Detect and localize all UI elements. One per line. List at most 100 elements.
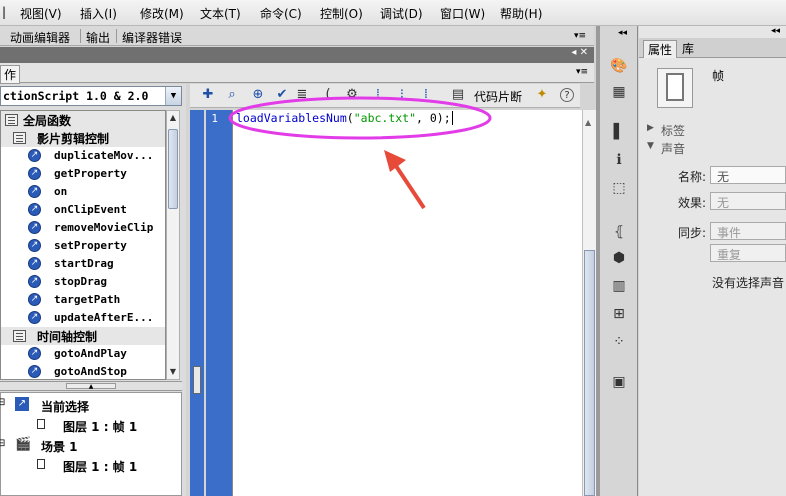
actionscript-version-select[interactable]: ctionScript 1.0 & 2.0 ▼	[0, 86, 182, 106]
movie-explorer-icon[interactable]: ⊞	[609, 304, 629, 324]
scroll-down-icon[interactable]: ▼	[167, 365, 179, 379]
color-palette-icon[interactable]: 🎨	[609, 56, 629, 76]
code-line[interactable]: loadVariablesNum("abc.txt", 0);​	[236, 111, 453, 125]
debug-options-icon[interactable]: ⚙	[344, 87, 360, 103]
function-icon: ↗	[28, 293, 41, 306]
scroll-up-icon[interactable]: ▲	[585, 118, 591, 127]
pane-splitter[interactable]: ▲	[0, 381, 182, 391]
scrollbar-thumb[interactable]	[584, 250, 595, 496]
layer-frame-label[interactable]: 图层 1 : 帧 1	[63, 458, 137, 475]
scroll-up-icon[interactable]: ▲	[167, 111, 179, 125]
transform-icon[interactable]: ⬚	[609, 178, 629, 198]
expand-all-icon[interactable]: ⁞	[418, 87, 434, 103]
collapse-icon[interactable]: ⊟	[0, 438, 5, 449]
collapse-panel-icon[interactable]: ◂◂	[771, 26, 780, 36]
history-icon[interactable]: ▣	[609, 372, 629, 392]
actions-script-icon[interactable]: ⦃	[609, 222, 629, 242]
sync-select[interactable]: 事件	[710, 222, 786, 240]
function-icon: ↗	[28, 365, 41, 378]
tab-motion-editor[interactable]: 动画编辑器	[10, 29, 70, 46]
section-label[interactable]: ▶ 标签	[643, 122, 786, 140]
scene-label[interactable]: 场景 1	[41, 438, 78, 455]
check-syntax-icon[interactable]: ✔	[274, 87, 290, 103]
tree-item-label: gotoAndPlay	[54, 347, 127, 360]
menu-help[interactable]: 帮助(H)	[500, 5, 542, 22]
menu-divider: |	[2, 5, 7, 19]
panel-menu-icon[interactable]: ▾≡	[574, 31, 586, 41]
tab-library[interactable]: 库	[678, 40, 698, 57]
book-icon	[13, 330, 26, 342]
tab-properties[interactable]: 属性	[643, 40, 678, 58]
text-cursor: ​	[451, 111, 453, 125]
collapse-handle-icon[interactable]	[193, 366, 201, 394]
menu-insert[interactable]: 插入(I)	[80, 5, 117, 22]
tree-category-timeline[interactable]: 时间轴控制	[1, 327, 165, 345]
section-sound[interactable]: ▼ 声音	[643, 140, 786, 158]
menu-debug[interactable]: 调试(D)	[380, 5, 423, 22]
menu-control[interactable]: 控制(O)	[320, 5, 363, 22]
actions-panel-header[interactable]: ◂ ✕	[0, 47, 594, 63]
help-icon[interactable]: ?	[560, 88, 574, 102]
function-icon: ↗	[28, 167, 41, 180]
motion-presets-icon[interactable]: ⁘	[609, 332, 629, 352]
panel-options-icon[interactable]: ▾≡	[576, 67, 588, 77]
tree-scrollbar[interactable]: ▲ ▼	[166, 110, 180, 380]
swatches-grid-icon[interactable]: ▦	[609, 82, 629, 102]
tab-separator	[116, 29, 117, 43]
tree-category-global[interactable]: 全局函数	[1, 111, 165, 129]
tab-actions[interactable]: 作	[0, 65, 21, 84]
current-selection-label[interactable]: 当前选择	[41, 398, 89, 415]
selection-tree[interactable]: ⊟ ↗ 当前选择 图层 1 : 帧 1 ⊟ 🎬 场景 1 图层 1 : 帧 1	[0, 392, 182, 496]
info-icon[interactable]: ℹ	[609, 150, 629, 170]
scene-icon: 🎬	[15, 437, 32, 452]
splitter-grip-icon[interactable]: ▲	[66, 383, 116, 390]
tree-item-label: stopDrag	[54, 275, 107, 288]
bottom-panel-tabs: 动画编辑器 输出 编译器错误 ▾≡	[0, 26, 594, 46]
effect-select[interactable]: 无	[710, 192, 786, 210]
target-icon[interactable]: ⊕	[250, 87, 266, 103]
script-editor[interactable]	[232, 110, 582, 496]
collapse-selection-icon[interactable]: ⁝	[394, 87, 410, 103]
menu-window[interactable]: 窗口(W)	[440, 5, 485, 22]
tree-item-label: getProperty	[54, 167, 127, 180]
menu-commands[interactable]: 命令(C)	[260, 5, 302, 22]
tree-category-movieclip[interactable]: 影片剪辑控制	[1, 129, 165, 147]
align-icon[interactable]: ▌	[609, 122, 629, 142]
panel-icon-strip: ◂◂ 🎨 ▦ ▌ ℹ ⬚ ⦃ ⬢ ▥ ⊞ ⁘ ▣	[600, 26, 638, 496]
chevron-down-icon[interactable]: ▼	[165, 87, 181, 105]
code-snippets-icon[interactable]: ▤	[450, 87, 466, 103]
library-books-icon[interactable]: ▥	[609, 276, 629, 296]
tree-item-label: gotoAndStop	[54, 365, 127, 378]
collapse-icon[interactable]: ⊟	[0, 397, 5, 408]
tab-compiler-errors[interactable]: 编译器错误	[122, 29, 182, 46]
code-hint-icon[interactable]: (	[320, 87, 336, 103]
repeat-select[interactable]: 重复	[710, 244, 786, 262]
section-label-text: 标签	[661, 124, 686, 138]
scrollbar-thumb[interactable]	[168, 129, 178, 209]
menu-text[interactable]: 文本(T)	[200, 5, 241, 22]
sound-name-select[interactable]: 无	[710, 166, 786, 184]
code-snippets-label[interactable]: 代码片断	[474, 88, 522, 105]
script-navigator-strip	[190, 110, 204, 496]
no-sound-text: 没有选择声音	[712, 276, 785, 290]
effect-label: 效果:	[678, 196, 707, 210]
script-assist-wand-icon[interactable]: ✦	[534, 87, 550, 103]
auto-format-icon[interactable]: ≣	[294, 87, 310, 103]
actions-tree[interactable]: 全局函数 影片剪辑控制 ↗ duplicateMov... ↗ getPropert…	[0, 110, 166, 380]
expand-panels-icon[interactable]: ◂◂	[618, 28, 627, 38]
panel-collapse-icon[interactable]: ◂ ✕	[571, 47, 588, 58]
add-script-icon[interactable]: ✚	[200, 87, 216, 103]
menu-modify[interactable]: 修改(M)	[140, 5, 184, 22]
actions-panel-tab: 作 ▾≡	[0, 63, 594, 84]
editor-scrollbar[interactable]: ▲	[582, 110, 596, 496]
tree-item-label: setProperty	[54, 239, 127, 252]
tab-output[interactable]: 输出	[86, 29, 110, 46]
collapse-between-braces-icon[interactable]: ⁞	[370, 87, 386, 103]
editor-toolbar: ✚ ⌕ ⊕ ✔ ≣ ( ⚙ ⁞ ⁝ ⁞ ▤ 代码片断 ✦ ?	[190, 84, 580, 108]
menu-view[interactable]: 视图(V)	[20, 5, 62, 22]
components-icon[interactable]: ⬢	[609, 248, 629, 268]
code-function: loadVariablesNum	[236, 111, 347, 125]
tree-category-label: 时间轴控制	[37, 330, 98, 344]
layer-frame-label[interactable]: 图层 1 : 帧 1	[63, 418, 137, 435]
find-icon[interactable]: ⌕	[224, 87, 240, 103]
